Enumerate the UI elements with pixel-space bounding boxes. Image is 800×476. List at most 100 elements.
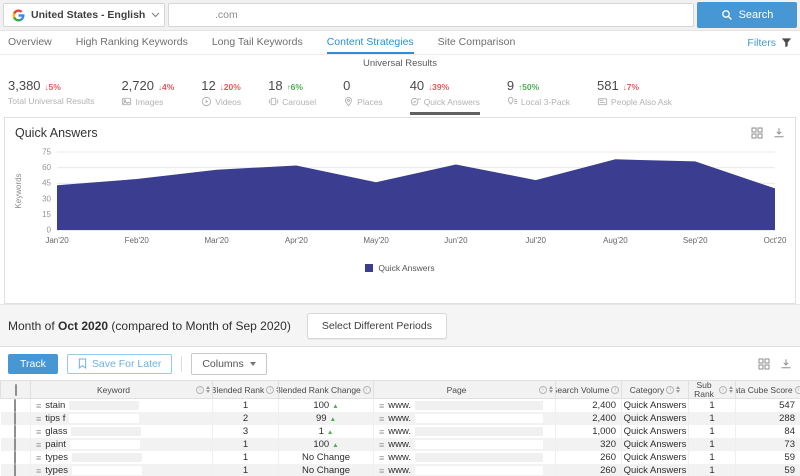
track-button[interactable]: Track [8, 353, 58, 374]
stat-carousel[interactable]: 18 ↑6% Carousel [268, 78, 316, 112]
stat-videos[interactable]: 12 ↓20% Videos [201, 78, 241, 112]
header-data-cube-score[interactable]: Data Cube Scorei [735, 380, 800, 399]
blended-rank-change-cell: 100 ▲ [278, 398, 374, 412]
download-icon[interactable] [773, 127, 785, 139]
info-icon[interactable]: i [538, 385, 547, 394]
svg-text:75: 75 [42, 148, 51, 157]
stat-images[interactable]: 2,720 ↓4% Images [121, 78, 174, 112]
row-checkbox[interactable] [14, 438, 17, 451]
keyword-text: tips f [45, 413, 66, 424]
tab-long-tail-keywords[interactable]: Long Tail Keywords [212, 31, 303, 54]
select-different-periods-button[interactable]: Select Different Periods [306, 312, 447, 339]
row-checkbox[interactable] [14, 399, 17, 412]
row-checkbox[interactable] [14, 464, 17, 476]
tab-content-strategies[interactable]: Content Strategies [326, 31, 414, 54]
info-icon[interactable]: i [719, 385, 727, 394]
add-to-dashboard-icon[interactable] [751, 127, 763, 139]
search-button[interactable]: Search [697, 2, 797, 28]
keywords-table-card: Track Save For Later Columns Keyword i B… [0, 346, 800, 476]
domain-input[interactable] [168, 3, 694, 27]
keyword-cell[interactable]: ≡ tips f [30, 412, 213, 425]
columns-dropdown[interactable]: Columns [191, 352, 267, 375]
drag-handle-icon[interactable]: ≡ [379, 427, 384, 437]
page-cell[interactable]: ≡ www. [373, 438, 556, 451]
chevron-down-icon [151, 12, 160, 18]
category-cell: Quick Answers [621, 398, 689, 412]
keyword-cell[interactable]: ≡ glass [30, 425, 213, 438]
filters-button[interactable]: Filters [747, 31, 792, 54]
chart-title: Quick Answers [15, 126, 98, 140]
info-icon[interactable]: i [666, 385, 675, 394]
info-icon[interactable]: i [266, 385, 275, 394]
category-cell: Quick Answers [621, 425, 689, 438]
info-icon[interactable]: i [794, 385, 800, 394]
header-blended-rank[interactable]: Blended Rank i [212, 380, 279, 399]
page-cell[interactable]: ≡ www. [373, 464, 556, 476]
images-icon [121, 96, 132, 107]
select-all-checkbox[interactable] [14, 383, 17, 396]
keyword-cell[interactable]: ≡ types [30, 451, 213, 464]
drag-handle-icon[interactable]: ≡ [36, 453, 41, 463]
stat-people-also-ask[interactable]: 581 ↓7% People Also Ask [597, 78, 672, 112]
drag-handle-icon[interactable]: ≡ [379, 414, 384, 424]
drag-handle-icon[interactable]: ≡ [379, 466, 384, 476]
tab-high-ranking-keywords[interactable]: High Ranking Keywords [76, 31, 188, 54]
stat-local-3-pack[interactable]: 9 ↑50% Local 3-Pack [507, 78, 570, 112]
info-icon[interactable]: i [362, 385, 371, 394]
drag-handle-icon[interactable]: ≡ [379, 440, 384, 450]
download-icon[interactable] [780, 358, 792, 370]
sort-icon[interactable] [676, 386, 681, 393]
drag-handle-icon[interactable]: ≡ [36, 440, 41, 450]
header-category[interactable]: Category i [621, 380, 689, 399]
page-text: www. [388, 426, 411, 437]
keyword-cell[interactable]: ≡ paint [30, 438, 213, 451]
drag-handle-icon[interactable]: ≡ [36, 466, 41, 476]
redacted-text [414, 440, 543, 449]
page-text: www. [388, 452, 411, 463]
keyword-cell[interactable]: ≡ types [30, 464, 213, 476]
info-icon[interactable]: i [195, 385, 204, 394]
sub-rank-cell: 1 [688, 464, 736, 476]
sort-icon[interactable] [729, 386, 733, 393]
drag-handle-icon[interactable]: ≡ [36, 427, 41, 437]
page-cell[interactable]: ≡ www. [373, 451, 556, 464]
row-checkbox[interactable] [14, 412, 17, 425]
sort-icon[interactable] [548, 386, 553, 393]
sub-rank-cell: 1 [688, 438, 736, 451]
subtab-universal-results[interactable]: Universal Results [363, 58, 437, 69]
tab-overview[interactable]: Overview [8, 31, 52, 54]
add-to-dashboard-icon[interactable] [758, 358, 770, 370]
header-blended-rank-change[interactable]: Blended Rank Change i [278, 380, 374, 399]
drag-handle-icon[interactable]: ≡ [379, 401, 384, 411]
page-cell[interactable]: ≡ www. [373, 412, 556, 425]
stat-places[interactable]: 0 Places [343, 78, 383, 112]
row-checkbox[interactable] [14, 425, 17, 438]
data-cube-score-cell: 84 [735, 425, 800, 438]
header-search-volume[interactable]: Search Volume i [555, 380, 622, 399]
info-icon[interactable]: i [611, 385, 620, 394]
carousel-icon [268, 96, 279, 107]
svg-text:Jul'20: Jul'20 [525, 236, 546, 245]
category-cell: Quick Answers [621, 412, 689, 425]
search-engine-select[interactable]: United States - English [3, 3, 165, 27]
header-page[interactable]: Page i [373, 380, 556, 399]
drag-handle-icon[interactable]: ≡ [36, 401, 41, 411]
header-select-all[interactable] [0, 380, 31, 399]
redacted-text [69, 440, 140, 449]
tab-site-comparison[interactable]: Site Comparison [438, 31, 516, 54]
page-cell[interactable]: ≡ www. [373, 425, 556, 438]
save-for-later-button[interactable]: Save For Later [66, 353, 173, 374]
redacted-text [414, 466, 543, 475]
keyword-text: stain [45, 400, 66, 411]
drag-handle-icon[interactable]: ≡ [36, 414, 41, 424]
stat-quick-answers[interactable]: 40 ↓39% Quick Answers [409, 78, 480, 115]
header-keyword[interactable]: Keyword i [30, 380, 213, 399]
drag-handle-icon[interactable]: ≡ [379, 453, 384, 463]
row-checkbox[interactable] [14, 451, 17, 464]
page-cell[interactable]: ≡ www. [373, 398, 556, 412]
header-sub-rank[interactable]: Sub Rank i [688, 380, 736, 399]
blended-rank-cell: 1 [212, 438, 279, 451]
sort-icon[interactable] [205, 386, 210, 393]
keyword-cell[interactable]: ≡ stain [30, 398, 213, 412]
stat-total-universal-results[interactable]: 3,380 ↓5% Total Universal Results [8, 78, 94, 111]
